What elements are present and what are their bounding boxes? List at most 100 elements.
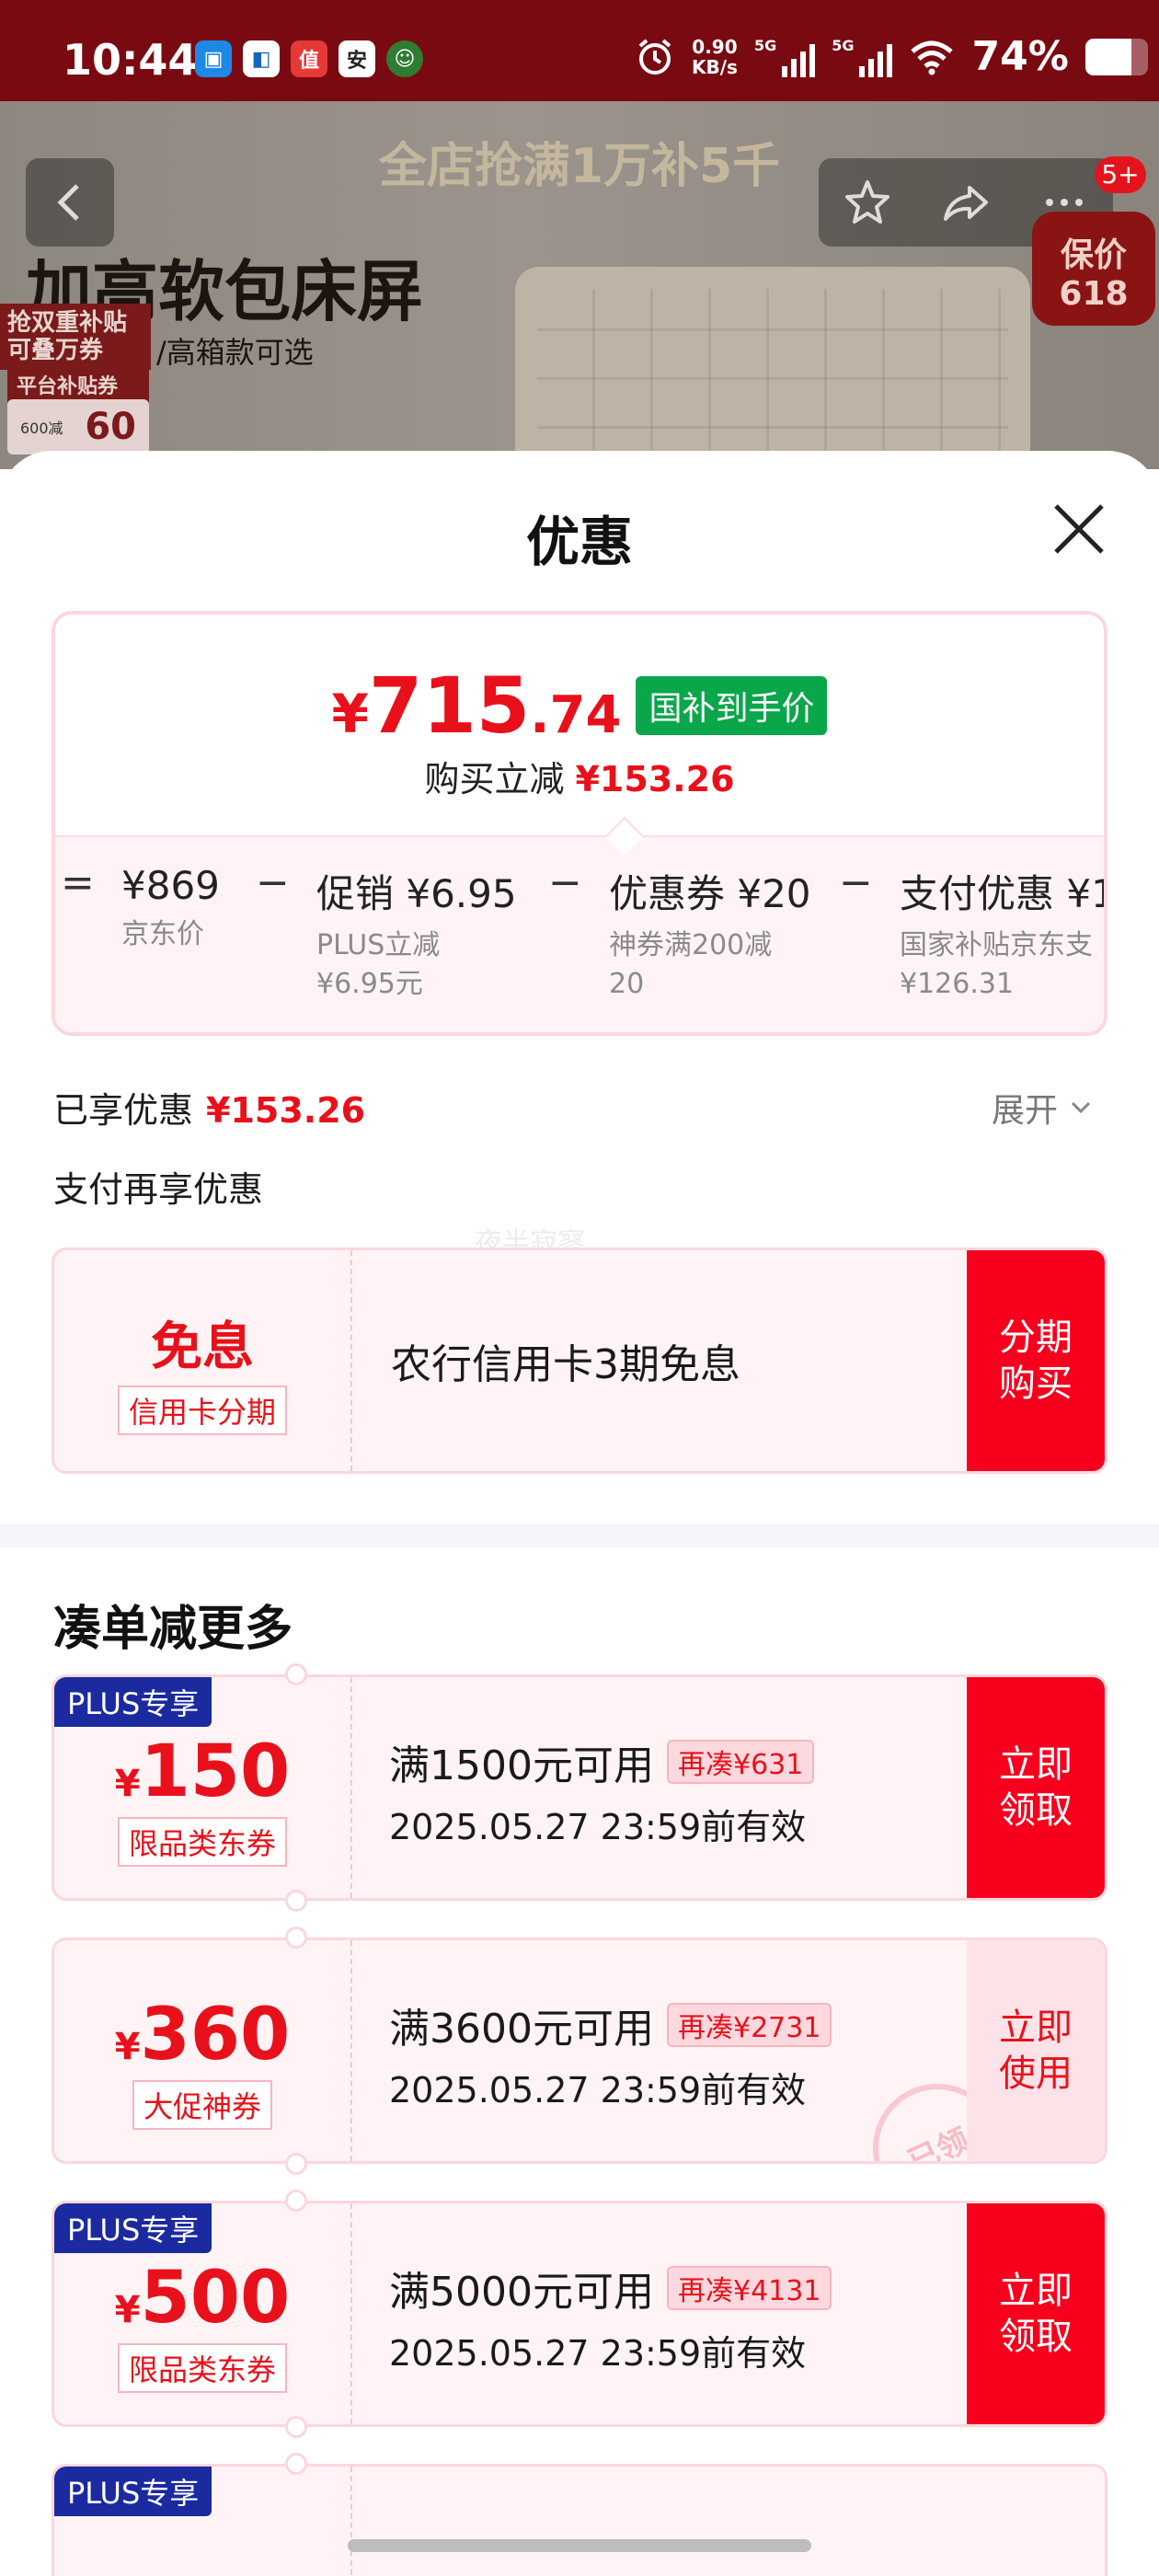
breakdown-sub: 京东价	[121, 918, 204, 950]
claim-coupon-button[interactable]: 立即 领取	[967, 1677, 1105, 1898]
breakdown-main: 支付优惠 ¥1	[900, 871, 1107, 916]
back-button[interactable]	[26, 158, 114, 247]
price-breakdown-card: ¥715.74 国补到手价 购买立减 ¥153.26 = ¥869 京东价 − 促…	[52, 611, 1107, 1036]
coupon-number: 360	[140, 1994, 291, 2076]
plus-exclusive-tag: PLUS专享	[54, 2467, 212, 2516]
message-badge: 5+	[1095, 156, 1146, 193]
product-banner: 全店抢满1万补5千 加高软包床屏 抢双重补贴可叠万券 /高箱款可选 平台补贴券 …	[0, 101, 1159, 469]
signal-bar	[859, 65, 866, 77]
price-protect-seal: 保价 618	[1032, 212, 1155, 326]
discount-sheet: 优惠 ¥715.74 国补到手价 购买立减 ¥153.26 = ¥869 京东价 …	[0, 451, 1159, 2576]
coupon-validity: 2025.05.27 23:59前有效	[389, 2070, 807, 2110]
op-sign: −	[548, 859, 582, 906]
breakdown-main: 促销 ¥6.95	[316, 871, 517, 916]
signal-bar	[878, 51, 884, 77]
installment-text: 农行信用卡3期免息	[391, 1341, 740, 1388]
final-price-row: ¥715.74 国补到手价	[55, 661, 1104, 751]
dashed-divider	[350, 2203, 352, 2424]
breakdown-main: 优惠券 ¥20	[609, 871, 811, 916]
coupon-amount: ¥150	[54, 1731, 350, 1813]
seal-text: 保价	[1060, 236, 1127, 274]
seal-number: 618	[1059, 275, 1129, 313]
use-label: 立即 使用	[999, 2007, 1073, 2095]
breakdown-item-coupon: 优惠券 ¥20 神券满200减 20	[609, 863, 811, 1004]
price-type-badge: 国补到手价	[636, 676, 828, 735]
home-indicator[interactable]	[348, 2539, 811, 2552]
currency-symbol: ¥	[331, 683, 369, 745]
coupon-condition-row: 满1500元可用 再凑¥631	[389, 1732, 815, 1791]
section-separator	[0, 1524, 1159, 1547]
coupon-amount: ¥500	[54, 2257, 350, 2340]
coupon-condition-row: 满5000元可用 再凑¥4131	[389, 2259, 832, 2317]
coupon-notch	[285, 1890, 307, 1912]
coupon-amount: ¥360	[54, 1994, 350, 2076]
coupon-condition: 满3600元可用	[389, 2006, 654, 2053]
currency-symbol: ¥	[114, 1763, 141, 1805]
installment-card: 免息 信用卡分期 农行信用卡3期免息 分期 购买	[52, 1248, 1107, 1474]
coupon-card: ¥360 大促神券 满3600元可用 再凑¥2731 2025.05.27 23:…	[52, 1938, 1107, 2164]
expand-button[interactable]: 展开	[992, 1084, 1095, 1132]
coupon-validity: 2025.05.27 23:59前有效	[389, 2333, 807, 2374]
claim-coupon-button[interactable]: 立即 领取	[967, 2203, 1105, 2424]
coupon-number: 500	[140, 2257, 291, 2340]
app-notification-icon: 安	[339, 40, 375, 77]
breakdown-sub: 国家补贴京东支 ¥126.31	[900, 926, 1104, 1004]
coupon-notch	[285, 1926, 307, 1949]
signal-5g-2: 5G	[832, 36, 893, 77]
coupon-notch	[285, 2190, 307, 2212]
banner-platform-tag: 平台补贴券	[7, 366, 149, 403]
coupon-gap-badge: 再凑¥631	[666, 1740, 815, 1784]
breakdown-sub-line: 20	[609, 968, 645, 1000]
status-time: 10:44	[63, 35, 198, 85]
currency-symbol: ¥	[114, 2026, 141, 2068]
op-sign: =	[61, 859, 95, 906]
close-icon[interactable]	[1047, 497, 1111, 561]
use-coupon-button[interactable]: 立即 使用	[967, 1940, 1105, 2161]
enjoyed-label: 已享优惠	[53, 1090, 194, 1131]
chevron-down-icon	[1071, 1101, 1091, 1114]
price-integer: 715	[368, 661, 531, 751]
signal-bar	[887, 43, 893, 77]
coupon-details: 满5000元可用 再凑¥4131 2025.05.27 23:59前有效	[389, 2259, 832, 2375]
installment-tag: 信用卡分期	[117, 1386, 287, 1435]
pay-more-title: 支付再享优惠	[53, 1169, 264, 1210]
network-type-label: 5G	[753, 36, 777, 54]
breakdown-item-jd-price: ¥869 京东价	[121, 863, 220, 954]
coupon-amount-block: ¥500 限品类东券	[54, 2203, 350, 2424]
reduce-row: 购买立减 ¥153.26	[55, 751, 1104, 801]
price-summary: ¥715.74 国补到手价 购买立减 ¥153.26	[55, 615, 1104, 835]
status-right: 0.90 KB/s 5G 5G 74%	[635, 33, 1148, 80]
banner-coupon-amount: 60	[85, 406, 136, 448]
breakdown-strip[interactable]: = ¥869 京东价 − 促销 ¥6.95 PLUS立减 ¥6.95元 − 优惠券…	[55, 837, 1104, 1032]
network-type-label: 5G	[832, 36, 855, 54]
share-icon[interactable]	[938, 175, 993, 230]
notification-icons: ▣ ◧ 值 安 ☺	[195, 40, 423, 77]
headboard-image	[515, 267, 1030, 469]
coupon-number: 150	[140, 1731, 291, 1813]
coupon-gap-badge: 再凑¥2731	[666, 2003, 832, 2047]
signal-bar	[868, 58, 875, 77]
claim-label: 立即 领取	[999, 1743, 1073, 1832]
installment-buy-label: 分期 购买	[999, 1317, 1073, 1405]
breakdown-sub-line: 国家补贴京东支	[900, 929, 1093, 961]
coupon-details: 满1500元可用 再凑¥631 2025.05.27 23:59前有效	[389, 1732, 815, 1849]
star-icon[interactable]	[840, 175, 895, 230]
signal-5g-1: 5G	[753, 36, 816, 77]
breakdown-sub-line: PLUS立减	[316, 929, 441, 961]
status-bar: 10:44 ▣ ◧ 值 安 ☺ 0.90 KB/s 5G 5G 74%	[0, 0, 1159, 101]
installment-badge: 免息 信用卡分期	[54, 1250, 350, 1471]
coupon-condition-row: 满3600元可用 再凑¥2731	[389, 1995, 832, 2054]
dashed-divider	[350, 2467, 352, 2576]
breakdown-sub: PLUS立减 ¥6.95元	[316, 926, 517, 1004]
dashed-divider	[350, 1940, 352, 2161]
installment-buy-button[interactable]: 分期 购买	[967, 1250, 1105, 1471]
coupon-condition: 满5000元可用	[389, 2269, 654, 2316]
breakdown-item-payment: 支付优惠 ¥1 国家补贴京东支 ¥126.31	[900, 863, 1107, 1004]
app-notification-icon: ◧	[243, 40, 280, 77]
coupon-amount-block: ¥360 大促神券	[54, 1940, 350, 2161]
breakdown-sub-line: 神券满200减	[609, 929, 773, 961]
coupon-card: PLUS专享 ¥150 限品类东券 满1500元可用 再凑¥631 2025.05…	[52, 1674, 1107, 1901]
network-speed-value: 0.90	[692, 35, 738, 58]
network-speed-unit: KB/s	[692, 55, 738, 78]
price-decimal: .74	[530, 685, 622, 745]
